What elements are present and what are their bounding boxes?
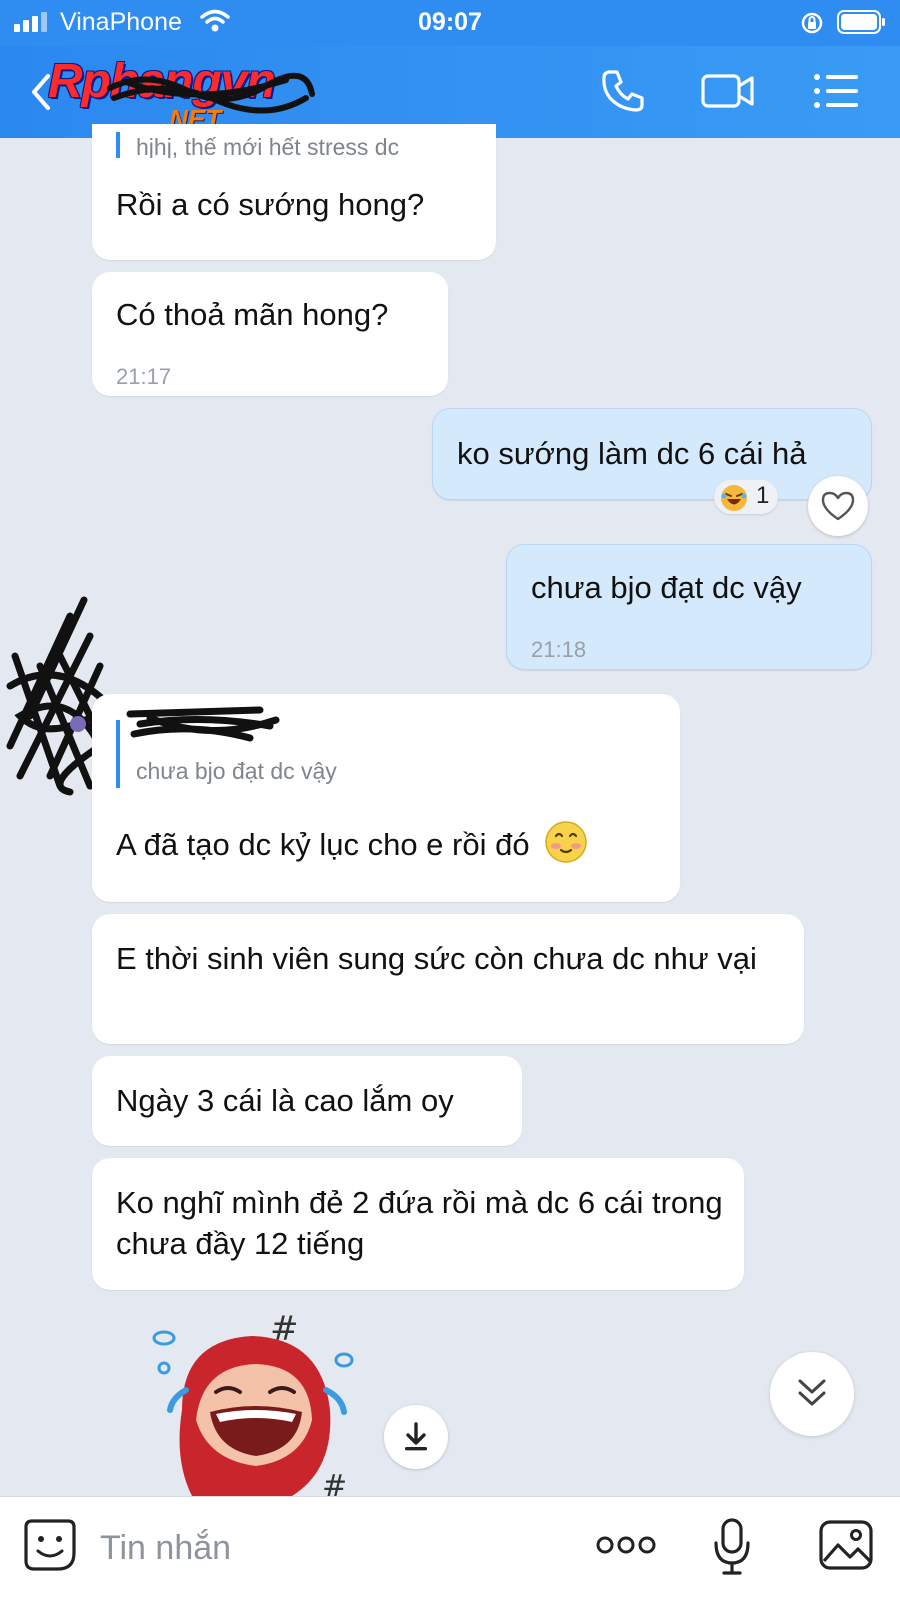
message-bubble-incoming[interactable]: Ko nghĩ mình đẻ 2 đứa rồi mà dc 6 cái tr…	[92, 1158, 744, 1290]
message-text: Ngày 3 cái là cao lắm oy	[116, 1083, 454, 1118]
laughing-face-emoji	[720, 484, 748, 517]
download-button[interactable]	[384, 1405, 448, 1469]
message-bubble-incoming[interactable]: Có thoả mãn hong? 21:17	[92, 272, 448, 396]
message-composer	[0, 1496, 900, 1600]
list-menu-icon[interactable]	[812, 68, 860, 119]
sticker-emoji-icon[interactable]	[24, 1517, 76, 1578]
download-icon	[405, 1422, 427, 1451]
image-gallery-icon[interactable]	[818, 1519, 874, 1576]
message-bubble-incoming[interactable]: Ngày 3 cái là cao lắm oy	[92, 1056, 522, 1146]
message-bubble-outgoing[interactable]: chưa bjo đạt dc vậy 21:18	[506, 544, 872, 670]
more-options-icon[interactable]	[596, 1533, 656, 1562]
sticker-hash-mark: #	[322, 1469, 347, 1496]
message-input[interactable]	[100, 1523, 560, 1573]
crying-laughing-sticker[interactable]: # #	[152, 1300, 362, 1504]
heart-icon	[821, 491, 855, 521]
message-text: Có thoả mãn hong?	[116, 297, 389, 332]
blushing-smile-emoji	[544, 820, 588, 874]
watermark-logo: Rphangvn .NET	[48, 54, 318, 134]
heart-react-button[interactable]	[808, 476, 868, 536]
battery-icon	[837, 10, 887, 39]
phone-icon[interactable]	[600, 68, 646, 119]
message-text: E thời sinh viên sung sức còn chưa dc nh…	[116, 941, 757, 976]
status-time: 09:07	[418, 8, 482, 36]
quoted-message: chưa bjo đạt dc vậy	[116, 720, 337, 788]
message-text: A đã tạo dc kỷ lục cho e rồi đó	[116, 820, 660, 874]
message-bubble-incoming[interactable]: E thời sinh viên sung sức còn chưa dc nh…	[92, 914, 804, 1044]
orientation-lock-icon	[800, 11, 824, 40]
reaction-count: 1	[756, 482, 770, 509]
message-text: chưa bjo đạt dc vậy	[531, 570, 802, 605]
message-text: Ko nghĩ mình đẻ 2 đứa rồi mà dc 6 cái tr…	[116, 1185, 723, 1261]
reaction-badge[interactable]: 1	[714, 480, 778, 514]
video-camera-icon[interactable]	[700, 68, 756, 119]
message-time: 21:17	[116, 364, 172, 389]
logo-scribble	[106, 68, 316, 119]
message-text: Rồi a có sướng hong?	[116, 187, 425, 222]
status-bar: VinaPhone 09:07	[0, 0, 900, 46]
quoted-message: hjhj, thế mới hết stress dc	[116, 132, 399, 158]
scroll-to-bottom-button[interactable]	[770, 1352, 854, 1436]
message-bubble-outgoing[interactable]: ko sướng làm dc 6 cái hả	[432, 408, 872, 500]
double-chevron-down-icon	[798, 1379, 826, 1406]
microphone-icon[interactable]	[712, 1517, 752, 1582]
message-bubble-incoming[interactable]: hjhj, thế mới hết stress dc Rồi a có sướ…	[92, 124, 496, 260]
message-time: 21:18	[531, 637, 587, 662]
message-text: ko sướng làm dc 6 cái hả	[457, 436, 807, 471]
message-bubble-incoming[interactable]: chưa bjo đạt dc vậy A đã tạo dc kỷ lục c…	[92, 694, 680, 902]
